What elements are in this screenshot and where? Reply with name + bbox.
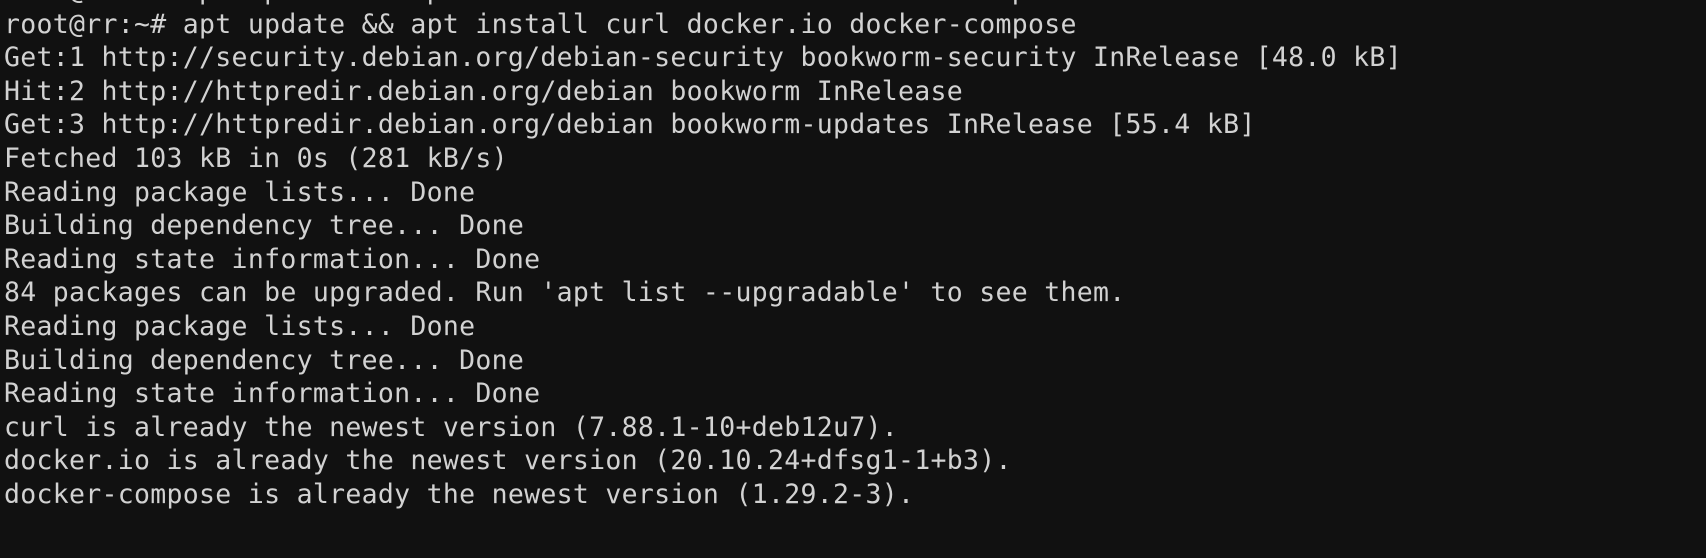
terminal-line-docker-compose-version: docker-compose is already the newest ver… [4, 478, 915, 510]
terminal-line-get-1: Get:1 http://security.debian.org/debian-… [4, 42, 1402, 74]
terminal-line-upgradable-notice: 84 packages can be upgraded. Run 'apt li… [4, 277, 1126, 309]
terminal-line-reading-state-information-1: Reading state information... Done [4, 243, 541, 275]
terminal-window[interactable]: root@rr:~# apt update && apt install cur… [0, 0, 1706, 558]
terminal-line-building-dependency-tree-2: Building dependency tree... Done [4, 344, 525, 376]
terminal-line-curl-version: curl is already the newest version (7.88… [4, 411, 898, 443]
terminal-line-fetched: Fetched 103 kB in 0s (281 kB/s) [4, 142, 508, 174]
terminal-line-reading-state-information-2: Reading state information... Done [4, 378, 541, 410]
terminal-screen[interactable]: root@rr:~# apt update && apt install cur… [0, 0, 1706, 512]
terminal-line-docker-io-version: docker.io is already the newest version … [4, 445, 1012, 477]
terminal-line-get-3: Get:3 http://httpredir.debian.org/debian… [4, 109, 1256, 141]
terminal-line-scrollback-partial: root@rr:~# apt update && apt install cur… [4, 0, 1706, 8]
terminal-line-building-dependency-tree-1: Building dependency tree... Done [4, 210, 525, 242]
terminal-line-reading-package-lists-1: Reading package lists... Done [4, 176, 476, 208]
terminal-line-prompt-command: root@rr:~# apt update && apt install cur… [4, 8, 1077, 40]
terminal-line-hit-2: Hit:2 http://httpredir.debian.org/debian… [4, 75, 964, 107]
terminal-line-reading-package-lists-2: Reading package lists... Done [4, 310, 476, 342]
